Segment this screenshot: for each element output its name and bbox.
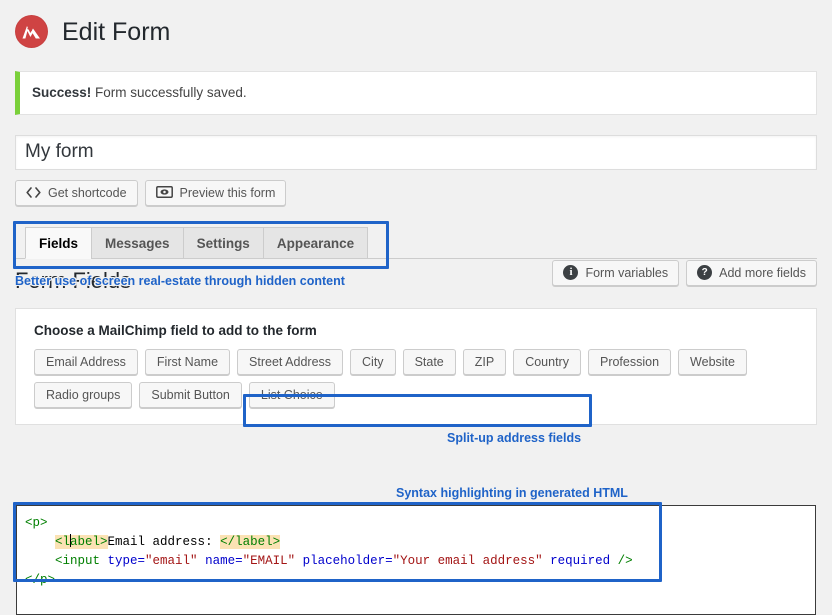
tab-bar: Fields Messages Settings Appearance (15, 226, 817, 259)
field-chip-first-name[interactable]: First Name (144, 348, 231, 375)
tab-messages-label: Messages (105, 235, 170, 251)
field-chip-city[interactable]: City (350, 348, 396, 375)
field-chip-submit-button[interactable]: Submit Button (139, 381, 242, 408)
code-val-name: "EMAIL" (242, 554, 296, 568)
success-notice: Success! Form successfully saved. (15, 71, 817, 115)
section-title: Form Fields (15, 267, 132, 293)
tab-settings-label: Settings (196, 235, 250, 251)
field-chooser-panel: Choose a MailChimp field to add to the f… (15, 307, 817, 425)
preview-form-button[interactable]: Preview this form (144, 179, 287, 206)
field-chip-row-2: Radio groups Submit Button List Choice (34, 381, 798, 408)
preview-form-label: Preview this form (179, 185, 276, 200)
code-label-text: Email address: (107, 535, 221, 549)
add-more-fields-button[interactable]: ? Add more fields (686, 259, 817, 286)
mailchimp-freddie-icon (15, 15, 48, 48)
code-line-3-indent (25, 554, 55, 568)
code-selfclose: /> (610, 554, 633, 568)
notice-message: Form successfully saved. (91, 85, 247, 100)
form-toolbar: Get shortcode Preview this form (15, 179, 817, 206)
field-chip-website[interactable]: Website (678, 348, 747, 375)
field-chip-street-address[interactable]: Street Address (237, 348, 344, 375)
notice-strong: Success! (32, 85, 92, 100)
form-variables-label: Form variables (585, 265, 669, 280)
tab-messages[interactable]: Messages (91, 226, 184, 259)
tab-fields-label: Fields (39, 235, 79, 251)
page-title: Edit Form (62, 17, 171, 46)
field-chip-list-choice[interactable]: List Choice (248, 381, 335, 408)
info-circle-icon: i (563, 265, 579, 281)
code-input-tag: <input (55, 554, 101, 568)
code-label-open-tag: <label> (55, 534, 108, 549)
form-title-input[interactable] (15, 134, 817, 170)
field-chip-state[interactable]: State (402, 348, 456, 375)
field-chip-country[interactable]: Country (513, 348, 581, 375)
tab-fields[interactable]: Fields (25, 226, 93, 259)
field-chip-email-address[interactable]: Email Address (34, 348, 138, 375)
code-label-open-after-caret: abel> (70, 535, 108, 549)
code-label-open-before-caret: <l (55, 535, 71, 549)
code-attr-type: type= (100, 554, 146, 568)
screen-preview-icon (155, 186, 173, 199)
tab-appearance[interactable]: Appearance (262, 226, 369, 259)
get-shortcode-button[interactable]: Get shortcode (15, 179, 138, 206)
generated-html-editor[interactable]: <p> <label>Email address: </label> <inpu… (16, 505, 816, 615)
field-chip-profession[interactable]: Profession (587, 348, 672, 375)
code-attr-placeholder: placeholder= (295, 554, 393, 568)
tab-appearance-label: Appearance (276, 235, 355, 251)
code-attr-required: required (542, 554, 611, 568)
field-chip-zip[interactable]: ZIP (462, 348, 507, 375)
question-circle-icon: ? (697, 265, 713, 281)
code-line-2-indent (25, 535, 55, 549)
form-fields-header: Form Fields i Form variables ? Add more … (15, 259, 817, 305)
code-line-1: <p> (25, 516, 48, 530)
generated-html-code[interactable]: <p> <label>Email address: </label> <inpu… (17, 506, 815, 590)
annotation-text-address-fields: Split-up address fields (447, 431, 582, 445)
code-label-close-tag: </label> (220, 535, 281, 549)
page-header: Edit Form (0, 0, 832, 50)
field-chip-row-1: Email Address First Name Street Address … (34, 348, 798, 375)
code-val-placeholder: "Your email address" (392, 554, 543, 568)
code-val-type: "email" (145, 554, 198, 568)
field-chooser-label: Choose a MailChimp field to add to the f… (34, 322, 317, 338)
annotation-text-syntax: Syntax highlighting in generated HTML (396, 486, 628, 500)
code-brackets-icon (26, 187, 41, 198)
code-line-4: </p> (25, 573, 56, 587)
form-variables-button[interactable]: i Form variables (552, 259, 680, 286)
tab-settings[interactable]: Settings (182, 226, 264, 259)
get-shortcode-label: Get shortcode (48, 185, 127, 200)
add-more-fields-label: Add more fields (719, 265, 806, 280)
code-attr-name: name= (197, 554, 243, 568)
field-chip-radio-groups[interactable]: Radio groups (34, 381, 133, 408)
